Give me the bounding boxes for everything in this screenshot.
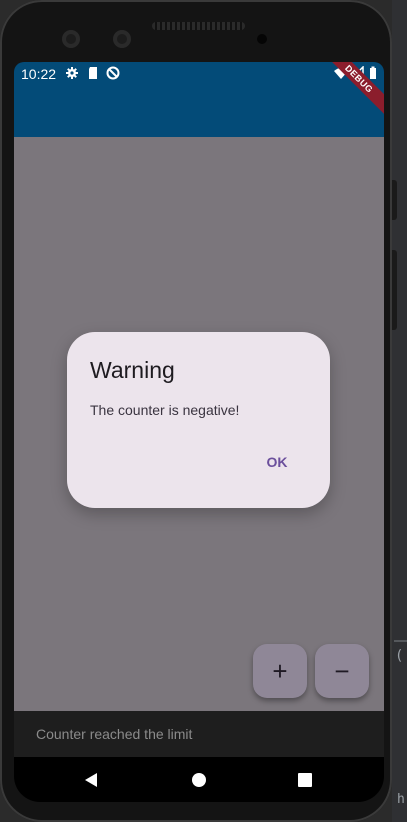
proximity-sensor	[257, 34, 267, 44]
home-button[interactable]	[184, 765, 214, 795]
volume-button	[392, 180, 397, 220]
app-bar	[14, 86, 384, 137]
front-sensor-icon	[113, 30, 131, 48]
ok-button[interactable]: OK	[257, 448, 297, 476]
snackbar: Counter reached the limit	[14, 711, 384, 757]
increment-button[interactable]: +	[253, 644, 307, 698]
snackbar-message: Counter reached the limit	[36, 726, 193, 742]
home-icon	[192, 773, 206, 787]
decrement-button[interactable]: −	[315, 644, 369, 698]
do-not-disturb-icon	[106, 66, 120, 80]
warning-dialog: Warning The counter is negative! OK	[67, 332, 330, 508]
desktop-text-fragment: (	[395, 648, 404, 664]
desktop-divider	[394, 640, 407, 642]
settings-icon	[66, 67, 78, 79]
power-button	[392, 250, 397, 330]
front-camera-icon	[62, 30, 80, 48]
desktop-text-fragment: h	[397, 792, 405, 807]
recents-icon	[298, 773, 312, 787]
desktop-background-edge	[392, 0, 407, 822]
earpiece-speaker	[152, 22, 245, 30]
dialog-title: Warning	[90, 357, 175, 383]
status-time: 10:22	[21, 66, 57, 82]
back-icon	[85, 773, 97, 787]
navigation-bar	[14, 757, 384, 802]
sd-card-icon	[89, 67, 97, 79]
dialog-message: The counter is negative!	[90, 402, 240, 418]
back-button[interactable]	[76, 765, 106, 795]
recents-button[interactable]	[290, 765, 320, 795]
status-bar: 10:22	[14, 62, 384, 86]
